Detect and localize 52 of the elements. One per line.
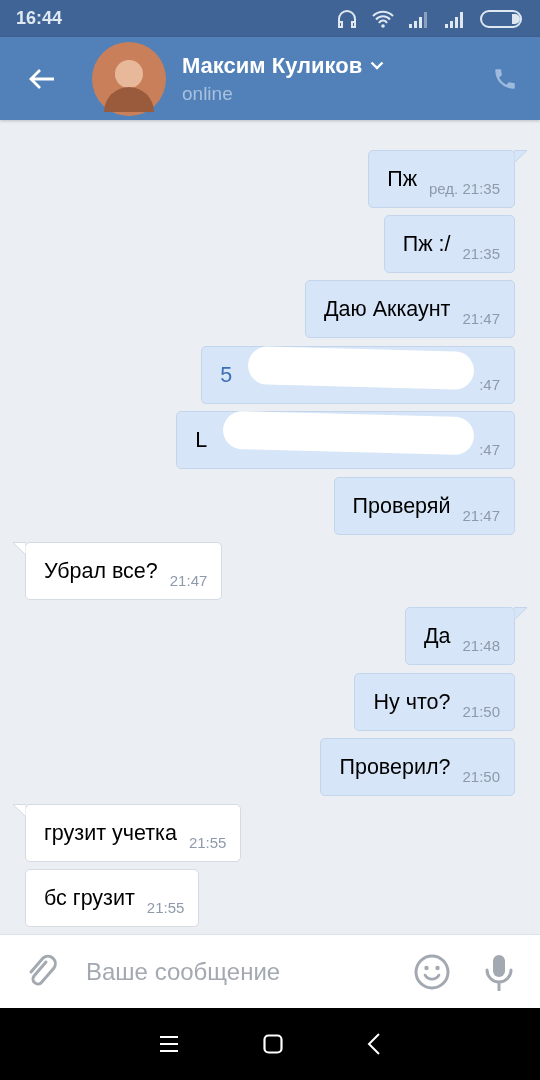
chevron-down-icon[interactable] [370,61,385,70]
message-time: 21:55 [146,899,185,918]
message-bubble[interactable]: Пж ред. 21:35 [368,149,515,208]
message-time: 21:50 [462,702,500,722]
signal-icon [444,9,466,28]
smiley-icon[interactable] [414,953,450,990]
message-time: 21:35 [462,245,500,265]
message-text: Ну что? [373,688,451,716]
message-time: 21:47 [462,506,500,526]
message-bubble[interactable]: Проверяй 21:47 [333,476,515,535]
message-text: L [195,427,208,455]
message-text: грузит учетка [44,819,177,847]
wifi-icon [372,9,394,28]
message-text: Убрал все? [44,558,158,586]
headphones-icon [336,7,358,30]
signal-icon [408,9,430,28]
home-square-icon[interactable] [263,1034,283,1054]
message-text: Проверил? [339,754,451,782]
message-bubble[interactable]: Проверил? 21:50 [320,738,515,797]
message-bubble[interactable]: грузит учетка 21:55 [25,803,242,862]
message-text: Да [423,623,451,651]
message-time: :47 [479,441,500,461]
message-time: 21:55 [188,833,227,853]
message-time: 21:50 [462,768,500,788]
message-bubble[interactable]: Даю Аккаунт 21:47 [305,280,515,339]
message-time: ред. 21:35 [429,179,500,199]
message-text: бс грузит [44,885,135,912]
menu-icon[interactable] [159,1035,179,1053]
message-bubble[interactable]: Убрал все? 21:47 [25,542,223,601]
message-time: 21:47 [169,572,208,592]
microphone-icon[interactable] [484,952,514,991]
message-text: Пж :/ [402,231,451,259]
contact-name[interactable]: Максим Куликов [182,52,363,79]
back-icon[interactable] [367,1033,381,1055]
message-bubble[interactable]: L :47 [176,411,515,470]
message-text: Пж [387,165,417,193]
message-bubble[interactable]: Да 21:48 [404,607,515,666]
message-time: 21:48 [462,637,500,657]
message-bubble[interactable]: Пж :/ 21:35 [383,215,515,274]
battery-icon [480,9,522,28]
message-bubble[interactable]: 5 :47 [201,345,515,404]
message-text: Даю Аккаунт [324,296,451,324]
message-time: 21:47 [462,310,500,330]
message-bubble[interactable]: Ну что? 21:50 [354,672,515,731]
message-text: Проверяй [352,492,451,520]
message-bubble[interactable]: бс грузит 21:55 [25,869,200,927]
message-time: :47 [479,375,500,395]
clock: 16:44 [16,8,64,29]
avatar[interactable] [92,41,166,116]
message-text: 5 [220,361,233,389]
online-status: online [182,82,234,105]
back-arrow-icon[interactable] [28,66,56,91]
